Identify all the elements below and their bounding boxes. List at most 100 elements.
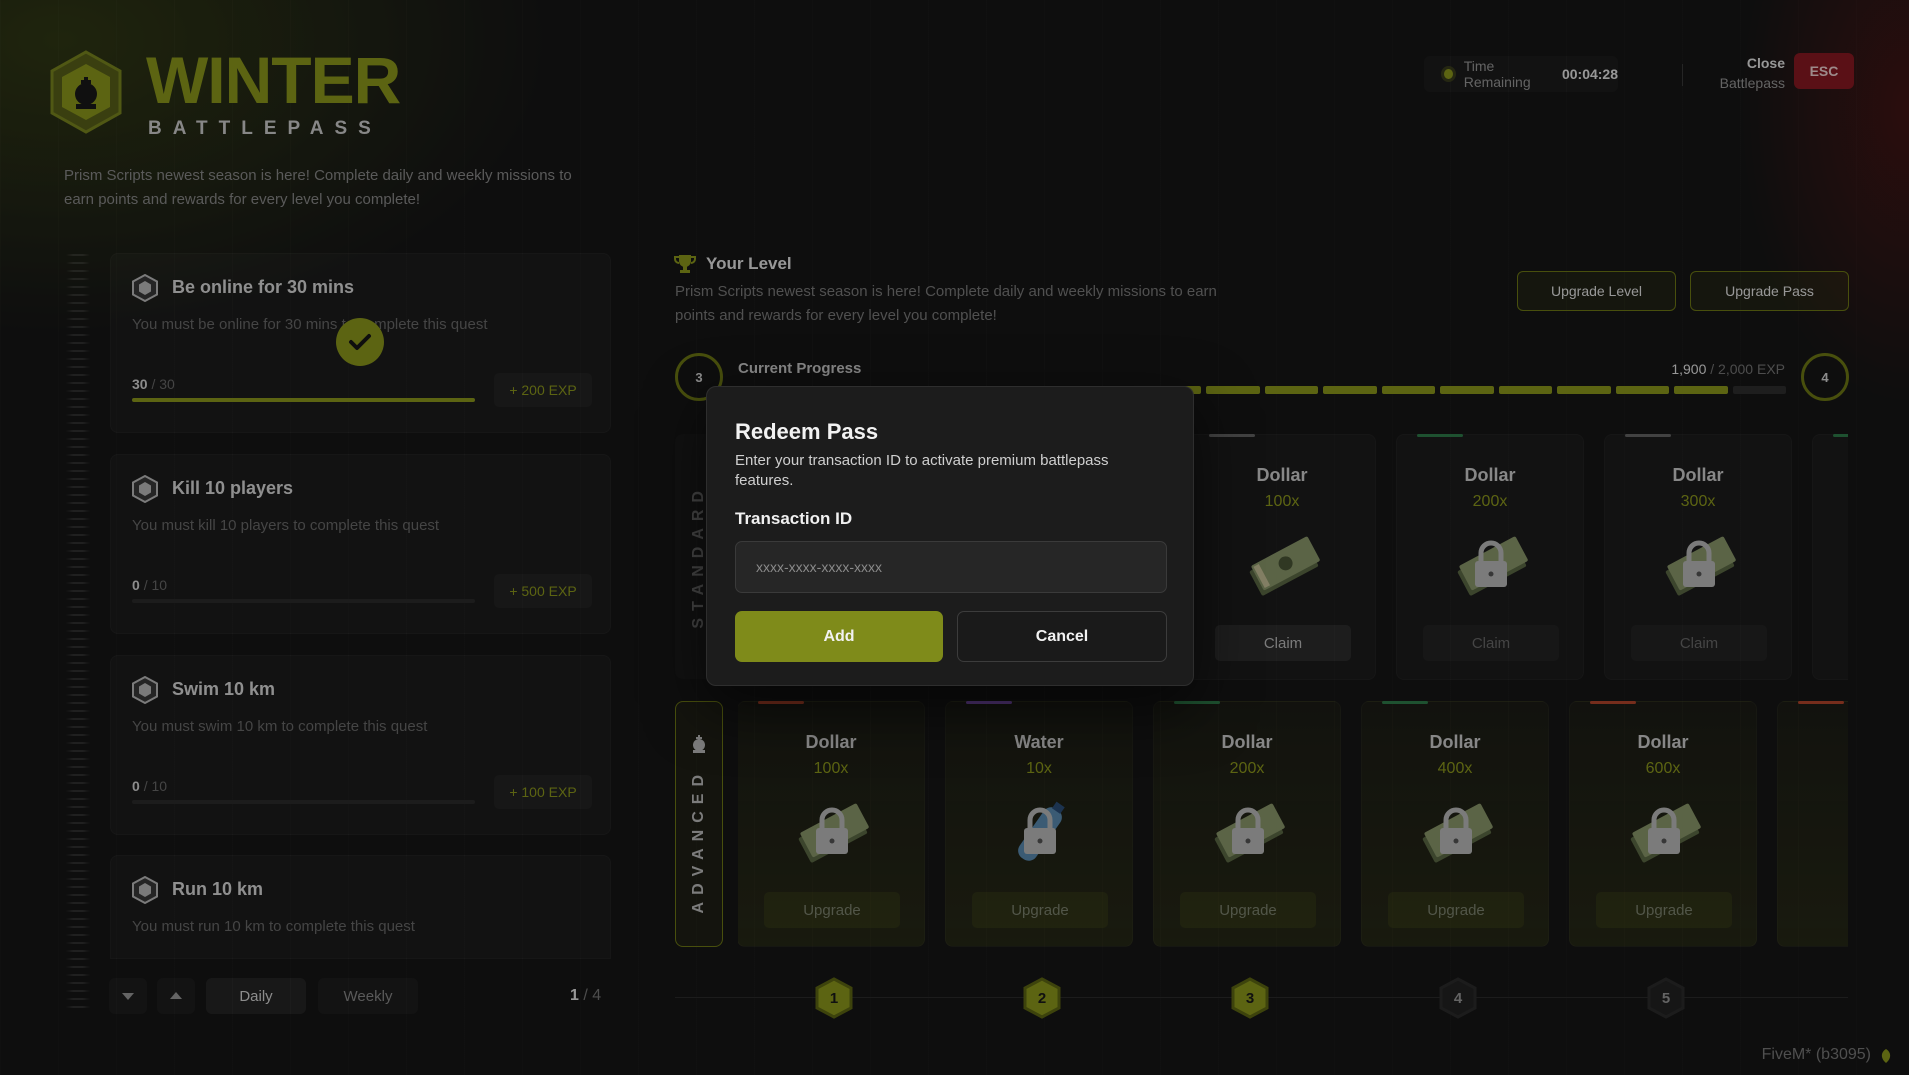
quest-next-button[interactable] — [109, 978, 147, 1014]
quest-progress-text: 0 / 10 — [132, 577, 168, 593]
upgrade-button[interactable]: Upgrade — [764, 892, 900, 928]
quest-scroll-rail[interactable] — [66, 254, 90, 1014]
reward-card-advanced-partial — [1777, 701, 1848, 947]
rarity-line — [966, 701, 1012, 704]
rarity-line — [1417, 434, 1463, 437]
upgrade-button[interactable]: Upgrade — [972, 892, 1108, 928]
locked-money-icon — [1422, 803, 1493, 863]
quest-progress-text: 30 / 30 — [132, 376, 175, 392]
chevron-down-icon — [122, 993, 134, 1000]
reward-name: Dollar — [1256, 465, 1308, 485]
cancel-button[interactable]: Cancel — [957, 611, 1167, 662]
quest-title: Swim 10 km — [172, 679, 276, 699]
hexagon-icon — [132, 676, 158, 704]
upgrade-button[interactable]: Upgrade — [1596, 892, 1732, 928]
fivem-build-label: FiveM* (b3095) — [1761, 1046, 1871, 1063]
reward-name: Dollar — [1672, 465, 1724, 485]
claim-button[interactable]: Claim — [1631, 625, 1767, 661]
progress-segment — [1323, 386, 1377, 394]
locked-money-icon — [1457, 536, 1528, 596]
quest-title: Be online for 30 mins — [172, 277, 355, 297]
transaction-id-label: Transaction ID — [735, 509, 853, 528]
completed-check-icon — [336, 318, 384, 366]
reward-name: Dollar — [1464, 465, 1516, 485]
reward-card-advanced: Dollar 600x Upgrade — [1569, 701, 1757, 947]
quest-description: You must kill 10 players to complete thi… — [132, 517, 440, 534]
claim-button[interactable]: Claim — [1423, 625, 1559, 661]
battlepass-description: Prism Scripts newest season is here! Com… — [64, 167, 572, 208]
reward-name: Dollar — [1429, 732, 1481, 752]
trophy-icon — [674, 255, 696, 273]
reward-card-standard: Dollar 200x Claim — [1396, 434, 1584, 680]
reward-card-advanced: Dollar 400x Upgrade — [1361, 701, 1549, 947]
quest-title: Run 10 km — [172, 879, 264, 899]
redeem-pass-modal: Redeem Pass Enter your transaction ID to… — [706, 386, 1194, 686]
rarity-line — [1209, 434, 1255, 437]
fivem-leaf-icon — [1881, 1049, 1891, 1063]
level-marker: 4 — [1439, 977, 1477, 1019]
progress-segment — [1615, 386, 1669, 394]
level-marker: 2 — [1023, 977, 1061, 1019]
quest-reward-badge: + 200 EXP — [494, 373, 592, 407]
quest-reward-badge: + 100 EXP — [494, 775, 592, 809]
level-marker-number: 2 — [1037, 989, 1047, 1007]
rarity-line — [1382, 701, 1428, 704]
quest-progress-text: 0 / 10 — [132, 778, 168, 794]
close-label: Close — [1746, 55, 1785, 71]
reward-card-advanced: Water 10x Upgrade — [945, 701, 1133, 947]
quest-progress-bar — [132, 800, 475, 804]
hexagon-icon — [132, 274, 158, 302]
reward-name: Dollar — [1637, 732, 1689, 752]
level-marker-number: 4 — [1453, 989, 1463, 1007]
quest-prev-button[interactable] — [157, 978, 195, 1014]
reward-amount: 600x — [1645, 760, 1681, 777]
transaction-id-input[interactable] — [735, 541, 1167, 593]
upgrade-pass-button[interactable]: Upgrade Pass — [1690, 271, 1849, 311]
crown-logo-icon — [50, 50, 122, 134]
claim-button[interactable]: Claim — [1215, 625, 1351, 661]
reward-amount: 400x — [1437, 760, 1473, 777]
tab-daily[interactable]: Daily — [206, 978, 306, 1014]
reward-card-standard: Dollar 100x Claim — [1188, 434, 1376, 680]
reward-name: Dollar — [805, 732, 857, 752]
quest-reward-badge: + 500 EXP — [494, 574, 592, 608]
progress-segment — [1732, 386, 1786, 394]
quest-title: Kill 10 players — [172, 478, 294, 498]
esc-close-button[interactable]: ESC — [1794, 53, 1854, 89]
locked-water-icon — [1018, 801, 1065, 861]
modal-description: Enter your transaction ID to activate pr… — [735, 452, 1109, 489]
money-icon — [1249, 536, 1320, 596]
quest-page-indicator: 1 / 4 — [570, 987, 602, 1004]
time-remaining: Time Remaining 00:04:28 — [1424, 56, 1618, 92]
add-button[interactable]: Add — [735, 611, 943, 662]
locked-money-icon — [1630, 803, 1701, 863]
battlepass-subtitle: BATTLEPASS — [148, 118, 382, 139]
reward-card-advanced: Dollar 200x Upgrade — [1153, 701, 1341, 947]
progress-segment — [1498, 386, 1552, 394]
quest-progress-bar — [132, 398, 475, 402]
level-marker: 5 — [1647, 977, 1685, 1019]
upgrade-button[interactable]: Upgrade — [1180, 892, 1316, 928]
rarity-line — [1798, 701, 1844, 704]
modal-title: Redeem Pass — [735, 419, 879, 444]
advanced-row-label: ADVANCED — [675, 701, 723, 947]
next-level-badge: 4 — [1801, 353, 1849, 401]
quest-description: You must be online for 30 mins to comple… — [132, 316, 488, 333]
upgrade-button[interactable]: Upgrade — [1388, 892, 1524, 928]
progress-segment — [1206, 386, 1260, 394]
your-level-description: Prism Scripts newest season is here! Com… — [675, 283, 1217, 324]
progress-segment — [1674, 386, 1728, 394]
progress-segment — [1264, 386, 1318, 394]
level-marker-number: 3 — [1245, 989, 1255, 1007]
advanced-label: ADVANCED — [690, 768, 707, 914]
close-sub-label: Battlepass — [1719, 75, 1785, 91]
current-progress-exp: 1,900 / 2,000 EXP — [1671, 361, 1785, 377]
rarity-line — [1833, 434, 1848, 437]
tab-weekly[interactable]: Weekly — [318, 978, 418, 1014]
reward-card-standard-partial — [1812, 434, 1848, 680]
locked-money-icon — [1214, 803, 1285, 863]
upgrade-level-button[interactable]: Upgrade Level — [1517, 271, 1676, 311]
progress-segment — [1557, 386, 1611, 394]
chevron-up-icon — [170, 992, 182, 999]
close-hint: Close Battlepass — [1720, 53, 1785, 93]
